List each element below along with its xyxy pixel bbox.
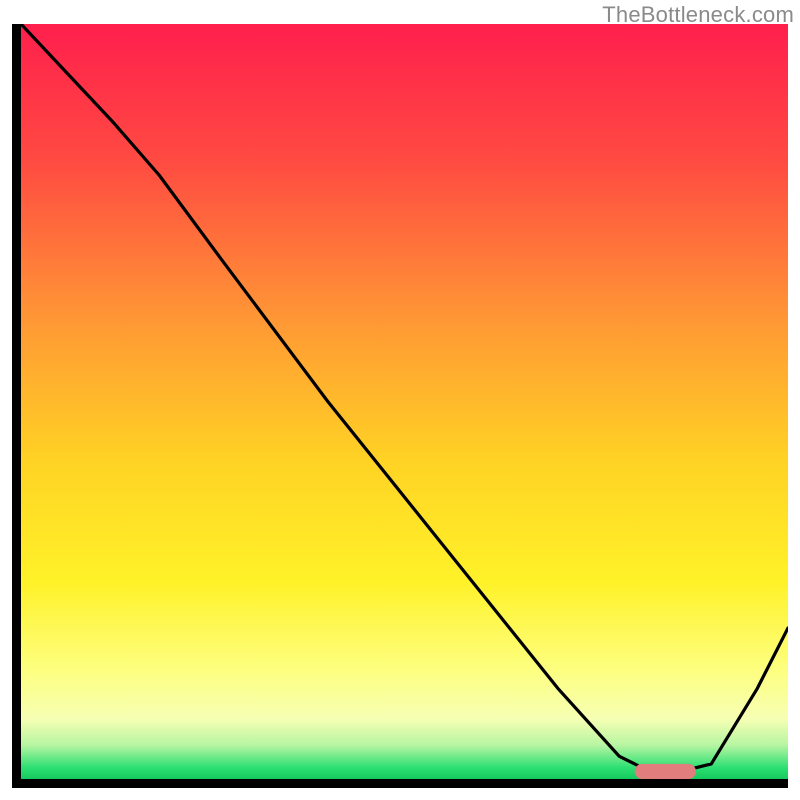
optimal-pill: [635, 764, 696, 779]
gradient-fill: [21, 24, 788, 779]
plot-svg: [21, 24, 788, 779]
plot-frame: [12, 24, 788, 788]
chart-container: TheBottleneck.com: [0, 0, 800, 800]
plot-area: [21, 24, 788, 779]
